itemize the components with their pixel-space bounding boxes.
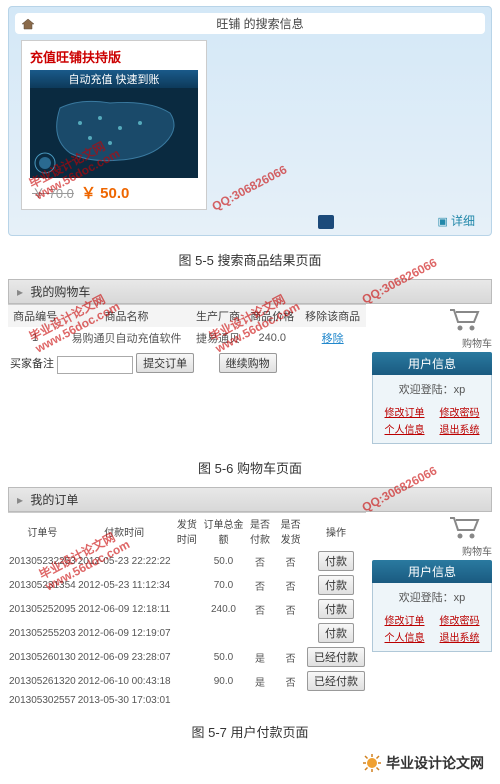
detail-link[interactable]: 详细	[451, 214, 475, 228]
user-info-header: 用户信息	[372, 352, 492, 375]
product-title: 充值旺铺扶持版	[26, 45, 202, 68]
product-card[interactable]: 充值旺铺扶持版 自动充值 快速到账 ￥ 70.0 ￥ 50.0	[21, 40, 207, 210]
chevron-icon: ▸	[17, 493, 23, 507]
footer-text: 毕业设计论文网	[386, 753, 484, 773]
cart-tab-title: 我的购物车	[30, 285, 90, 299]
pay-button[interactable]: 付款	[318, 551, 354, 571]
user-info-panel: 欢迎登陆：xp 修改订单 修改密码 个人信息 退出系统	[372, 375, 492, 444]
cart-icon	[372, 512, 492, 543]
link-orders[interactable]: 修改订单	[377, 611, 432, 628]
caption-fig-5-6: 图 5-6 购物车页面	[0, 450, 500, 481]
user-info-header: 用户信息	[372, 560, 492, 583]
price-row: ￥ 70.0 ￥ 50.0	[26, 180, 202, 205]
badge-icon	[318, 215, 334, 229]
caption-fig-5-5: 图 5-5 搜索商品结果页面	[0, 242, 500, 273]
detail-icon: ▣	[438, 216, 451, 228]
product-image: 自动充值 快速到账	[30, 70, 198, 178]
search-header: 旺铺 的搜索信息	[15, 13, 485, 34]
pay-button[interactable]: 已经付款	[307, 647, 365, 667]
search-result-panel: 旺铺 的搜索信息 充值旺铺扶持版 自动充值 快速到账 ￥ 70.0 ￥ 50.0	[8, 6, 492, 236]
link-orders[interactable]: 修改订单	[377, 403, 432, 420]
cart-tab-header: ▸ 我的购物车	[8, 279, 492, 304]
link-profile[interactable]: 个人信息	[377, 628, 432, 645]
chevron-icon: ▸	[17, 285, 23, 299]
table-header-row: 商品编号 商品名称 生产厂商 商品价格 移除该商品	[8, 305, 366, 328]
table-row: 2013052520952012-06-09 12:18:11240.0否否付款	[8, 597, 366, 621]
orders-tab-title: 我的订单	[30, 493, 78, 507]
table-row: 1 易购通贝自动充值软件 捷易通贝 240.0 移除	[8, 327, 366, 349]
link-password[interactable]: 修改密码	[432, 403, 487, 420]
old-price: ￥ 70.0	[32, 186, 74, 201]
link-profile[interactable]: 个人信息	[377, 420, 432, 437]
user-info-panel: 欢迎登陆：xp 修改订单 修改密码 个人信息 退出系统	[372, 583, 492, 652]
product-banner: 自动充值 快速到账	[30, 70, 198, 88]
pay-button[interactable]: 付款	[318, 599, 354, 619]
link-logout[interactable]: 退出系统	[432, 628, 487, 645]
submit-order-button[interactable]: 提交订单	[136, 353, 194, 373]
link-password[interactable]: 修改密码	[432, 611, 487, 628]
table-row: 2013052552032012-06-09 12:19:07付款	[8, 621, 366, 645]
table-header-row: 订单号 付款时间 发货时间 订单总金额 是否付款 是否发货 操作	[8, 513, 366, 550]
table-row: 2013052601302012-06-09 23:28:0750.0是否已经付…	[8, 645, 366, 669]
link-logout[interactable]: 退出系统	[432, 420, 487, 437]
table-row: 2013052322532012-05-23 22:22:2250.0否否付款	[8, 549, 366, 573]
sun-icon	[362, 753, 382, 773]
pay-button[interactable]: 付款	[318, 623, 354, 643]
new-price: ￥ 50.0	[81, 185, 129, 202]
buyer-note-input[interactable]	[57, 356, 133, 374]
continue-shopping-button[interactable]: 继续购物	[219, 353, 277, 373]
orders-tab-header: ▸ 我的订单	[8, 487, 492, 512]
cart-side-label: 购物车	[372, 335, 492, 350]
footer: 毕业设计论文网	[0, 745, 500, 784]
search-title: 旺铺 的搜索信息	[41, 15, 479, 32]
orders-table: 订单号 付款时间 发货时间 订单总金额 是否付款 是否发货 操作 2013052…	[8, 512, 366, 708]
welcome-text: 欢迎登陆：xp	[377, 381, 487, 397]
cart-table: 商品编号 商品名称 生产厂商 商品价格 移除该商品 1 易购通贝自动充值软件 捷…	[8, 304, 366, 349]
table-row: 2013053025572013-05-30 17:03:01	[8, 693, 366, 708]
pay-button[interactable]: 已经付款	[307, 671, 365, 691]
table-row: 2013052313542012-05-23 11:12:3470.0否否付款	[8, 573, 366, 597]
welcome-text: 欢迎登陆：xp	[377, 589, 487, 605]
cart-side-label: 购物车	[372, 543, 492, 558]
pay-button[interactable]: 付款	[318, 575, 354, 595]
buyer-note-label: 买家备注	[10, 358, 54, 370]
remove-link[interactable]: 移除	[322, 333, 344, 345]
caption-fig-5-7: 图 5-7 用户付款页面	[0, 714, 500, 745]
cart-icon	[372, 304, 492, 335]
table-row: 2013052613202012-06-10 00:43:1890.0是否已经付…	[8, 669, 366, 693]
house-icon	[21, 18, 35, 30]
footer-logo: 毕业设计论文网	[362, 753, 484, 773]
